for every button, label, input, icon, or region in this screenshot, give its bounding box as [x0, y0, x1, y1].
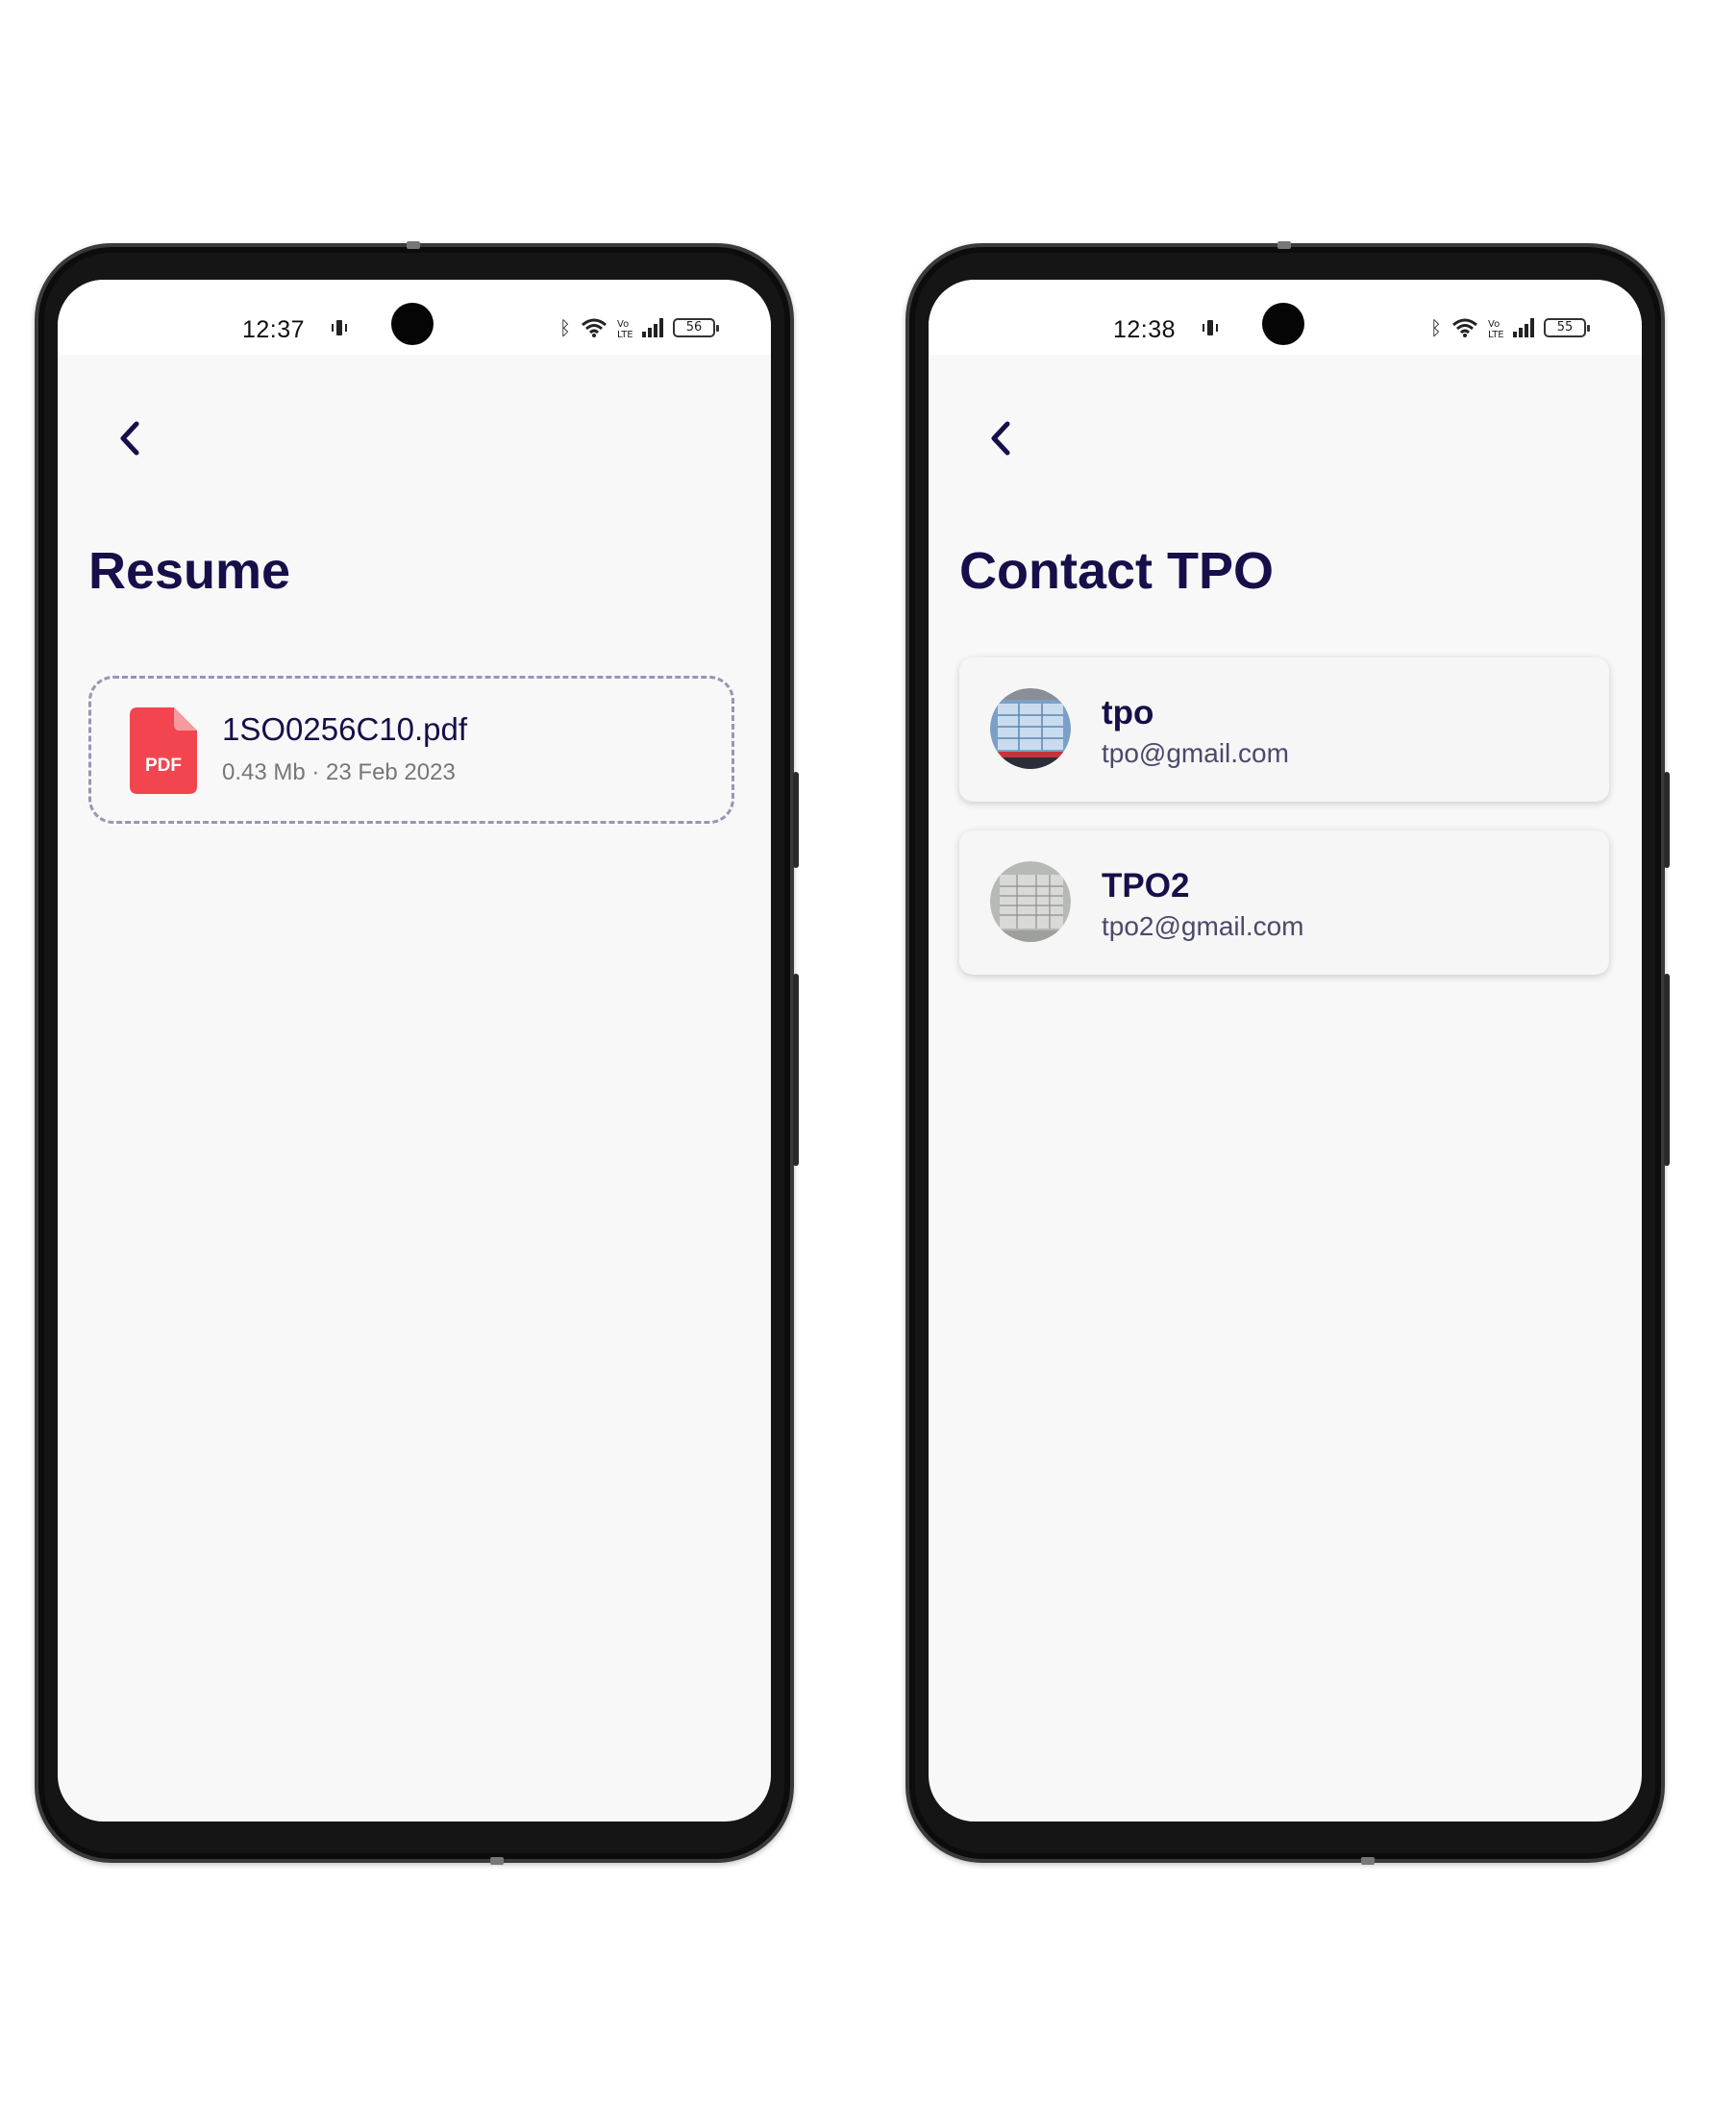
vibrate-icon	[1203, 320, 1218, 335]
power-button	[793, 974, 799, 1166]
front-camera	[1262, 303, 1304, 345]
svg-text:LTE: LTE	[1488, 330, 1503, 338]
contact-card[interactable]: tpo tpo@gmail.com	[959, 657, 1609, 802]
resume-file-card[interactable]: PDF 1SO0256C10.pdf 0.43 Mb · 23 Feb 2023	[88, 676, 734, 824]
contact-email: tpo@gmail.com	[1102, 738, 1289, 768]
chevron-left-icon	[991, 421, 1010, 456]
status-time: 12:38	[1113, 316, 1177, 343]
chevron-left-icon	[120, 421, 139, 456]
pdf-file-icon: PDF	[130, 707, 197, 794]
page-title: Resume	[88, 542, 291, 600]
contact-avatar	[990, 861, 1071, 942]
phone-top-notch	[1277, 241, 1291, 249]
bluetooth-icon: ᛒ	[559, 316, 571, 339]
wifi-icon	[582, 318, 607, 337]
page-title: Contact TPO	[959, 542, 1275, 600]
status-icons: ᛒ Vo LTE 56	[559, 316, 719, 339]
volume-button	[1664, 772, 1670, 868]
phone-top-notch	[407, 241, 420, 249]
svg-text:Vo: Vo	[1488, 319, 1500, 330]
battery-icon: 56	[673, 318, 719, 337]
wifi-icon	[1452, 318, 1477, 337]
back-button[interactable]	[106, 414, 154, 462]
phone-frame-right: 12:38 ᛒ Vo LTE 55 Contact TPO tpo tpo@gm…	[905, 241, 1670, 1865]
phone-bottom-notch	[1361, 1857, 1375, 1865]
front-camera	[391, 303, 434, 345]
vibrate-icon	[332, 320, 347, 335]
signal-icon	[1513, 318, 1534, 337]
file-name: 1SO0256C10.pdf	[222, 711, 468, 747]
contact-card[interactable]: TPO2 tpo2@gmail.com	[959, 830, 1609, 975]
back-button[interactable]	[977, 414, 1025, 462]
resume-screen: 12:37 ᛒ Vo LTE 56 Resume PDF 1SO0256C10.…	[58, 280, 771, 1822]
volume-button	[793, 772, 799, 868]
phone-bottom-notch	[490, 1857, 504, 1865]
contact-email: tpo2@gmail.com	[1102, 911, 1304, 941]
pdf-icon-label: PDF	[145, 756, 182, 776]
volte-icon: Vo LTE	[1488, 319, 1503, 338]
bluetooth-icon: ᛒ	[1430, 316, 1442, 339]
svg-text:Vo: Vo	[617, 319, 629, 330]
signal-icon	[642, 318, 663, 337]
power-button	[1664, 974, 1670, 1166]
contact-tpo-screen: 12:38 ᛒ Vo LTE 55 Contact TPO tpo tpo@gm…	[929, 280, 1642, 1822]
contact-name: tpo	[1102, 694, 1154, 731]
svg-text:LTE: LTE	[617, 330, 632, 338]
phone-frame-left: 12:37 ᛒ Vo LTE 56 Resume PDF 1SO0256C10.…	[35, 241, 799, 1865]
status-bar: 12:37 ᛒ Vo LTE 56	[58, 280, 771, 355]
status-bar: 12:38 ᛒ Vo LTE 55	[929, 280, 1642, 355]
contact-name: TPO2	[1102, 867, 1190, 905]
status-icons: ᛒ Vo LTE 55	[1430, 316, 1590, 339]
contact-avatar	[990, 688, 1071, 769]
battery-icon: 55	[1544, 318, 1590, 337]
volte-icon: Vo LTE	[617, 319, 632, 338]
file-meta: 0.43 Mb · 23 Feb 2023	[222, 759, 456, 785]
status-time: 12:37	[242, 316, 306, 343]
